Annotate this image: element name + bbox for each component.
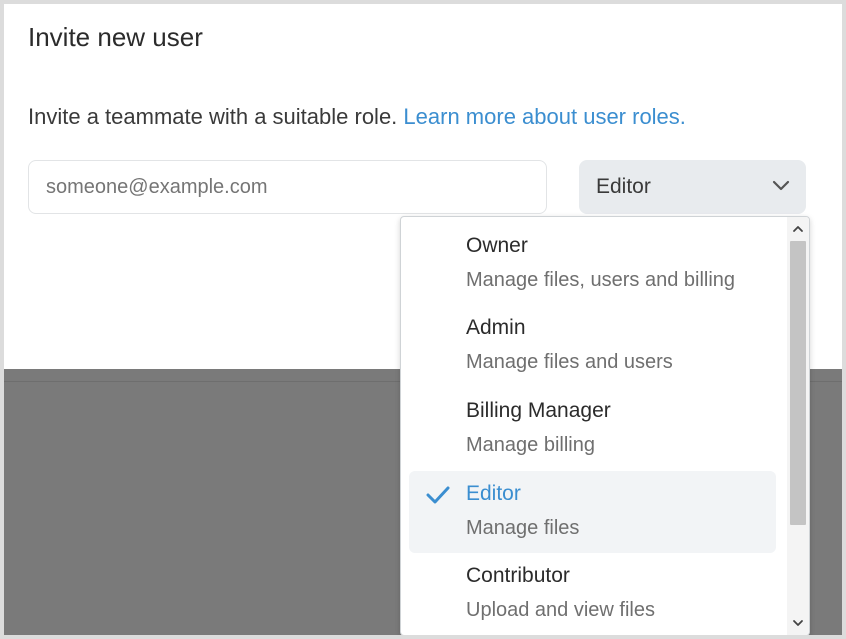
role-option-editor[interactable]: Editor Manage files (409, 471, 776, 553)
dialog-description: Invite a teammate with a suitable role. … (28, 104, 686, 130)
invite-dialog: Invite new user Invite a teammate with a… (0, 0, 846, 639)
email-input[interactable] (28, 160, 547, 214)
check-icon (426, 486, 450, 504)
role-dropdown-menu: Owner Manage files, users and billing Ad… (400, 216, 810, 635)
role-option-description: Upload and view files (466, 599, 655, 621)
role-option-name: Billing Manager (466, 399, 611, 422)
chevron-down-icon (772, 180, 790, 191)
role-option-billing-manager[interactable]: Billing Manager Manage billing (409, 388, 776, 470)
role-option-description: Manage billing (466, 434, 595, 456)
role-option-description: Manage files, users and billing (466, 269, 736, 291)
role-option-owner[interactable]: Owner Manage files, users and billing (409, 223, 776, 305)
role-option-name: Editor (466, 482, 521, 505)
description-text: Invite a teammate with a suitable role. (28, 104, 398, 129)
role-option-description: Manage files (466, 517, 580, 539)
role-option-description: Manage files and users (466, 351, 673, 373)
role-option-contributor[interactable]: Contributor Upload and view files (409, 553, 776, 635)
role-option-name: Contributor (466, 564, 570, 587)
scroll-down-icon[interactable] (787, 613, 809, 633)
role-select[interactable]: Editor (579, 160, 806, 214)
dialog-title: Invite new user (28, 22, 203, 52)
role-option-name: Admin (466, 316, 526, 339)
role-option-name: Owner (466, 234, 528, 257)
role-select-value: Editor (596, 175, 651, 198)
role-option-admin[interactable]: Admin Manage files and users (409, 305, 776, 387)
dropdown-scrollbar[interactable] (787, 217, 809, 635)
scrollbar-thumb[interactable] (790, 241, 806, 525)
learn-more-link[interactable]: Learn more about user roles. (403, 104, 686, 129)
scroll-up-icon[interactable] (787, 219, 809, 239)
